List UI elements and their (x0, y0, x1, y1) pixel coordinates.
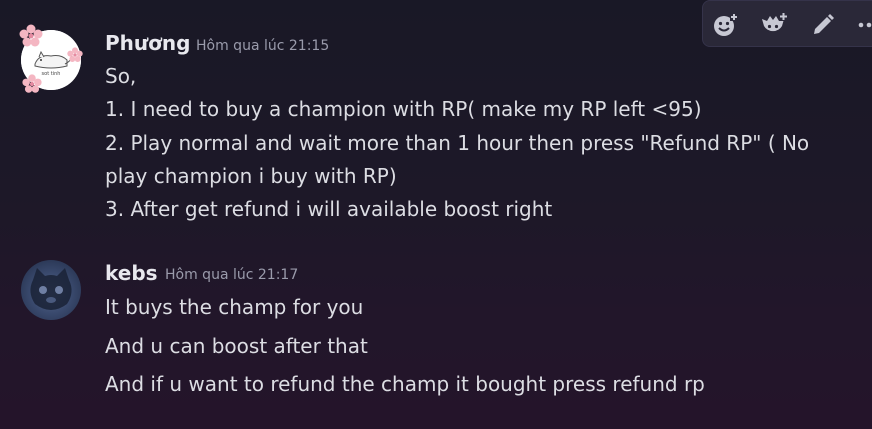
username[interactable]: Phương (105, 31, 190, 55)
message-line: 1. I need to buy a champion with RP( mak… (105, 97, 702, 121)
message-line: And u can boost after that (105, 334, 368, 358)
message-line: It buys the champ for you (105, 295, 364, 319)
more-options-button[interactable] (853, 9, 872, 41)
add-super-reaction-button[interactable] (758, 9, 790, 41)
message-line: 2. Play normal and wait more than 1 hour… (105, 131, 810, 155)
sakura-flower-icon (19, 24, 43, 47)
more-options-icon (858, 22, 872, 28)
sakura-flower-icon (67, 47, 83, 62)
timestamp[interactable]: Hôm qua lúc 21:17 (165, 267, 298, 283)
message-line: 3. After get refund i will available boo… (105, 197, 553, 221)
message-line: So, (105, 64, 137, 88)
sakura-flower-icon (22, 74, 42, 93)
edit-pencil-icon (814, 14, 834, 34)
cat-photo-avatar-icon (30, 268, 72, 310)
svg-text:sot tinh: sot tinh (42, 71, 61, 77)
add-reaction-button[interactable] (709, 9, 741, 41)
message-action-toolbar (702, 0, 872, 47)
edit-button[interactable] (807, 9, 839, 41)
message-line: play champion i buy with RP) (105, 164, 397, 188)
username[interactable]: kebs (105, 261, 158, 285)
message-line: And if u want to refund the champ it bou… (105, 372, 705, 396)
timestamp[interactable]: Hôm qua lúc 21:15 (196, 38, 329, 54)
avatar[interactable] (21, 260, 81, 320)
add-super-reaction-icon (762, 12, 788, 34)
add-reaction-icon (714, 13, 738, 36)
